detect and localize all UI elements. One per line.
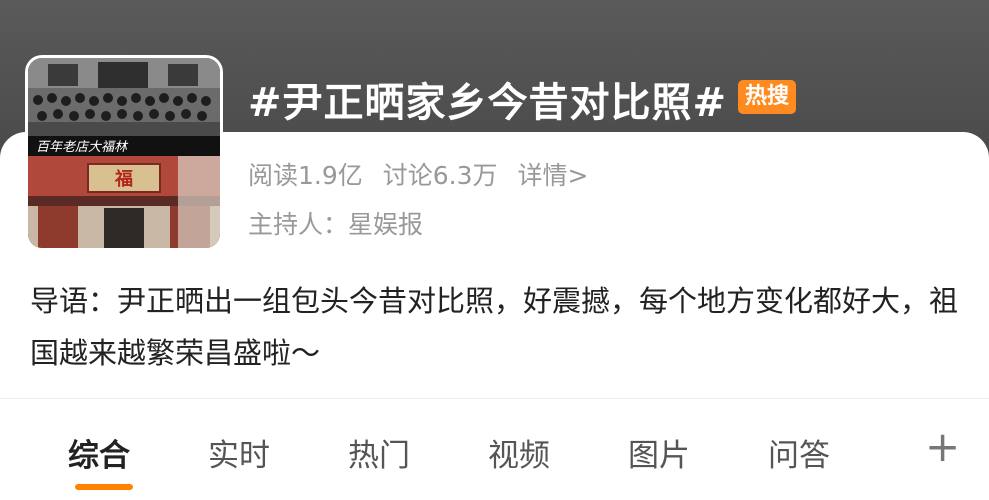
topic-tabs: 综合 实时 热门 视频 图片 问答 + <box>0 420 989 490</box>
topic-title: #尹正晒家乡今昔对比照# <box>248 80 728 126</box>
cover-sign-text: 福 <box>114 168 133 190</box>
divider <box>0 398 989 399</box>
add-tab-plus-icon[interactable]: + <box>925 422 960 471</box>
details-link[interactable]: 详情> <box>517 161 588 190</box>
tab-images[interactable]: 图片 <box>628 430 690 475</box>
topic-stats: 阅读1.9亿 讨论6.3万 详情> <box>248 156 600 192</box>
topic-cover-image[interactable]: 百年老店大福林 福 <box>28 58 220 248</box>
tab-comprehensive[interactable]: 综合 <box>68 430 130 475</box>
read-count: 阅读1.9亿 <box>248 161 363 190</box>
tab-video[interactable]: 视频 <box>488 430 550 475</box>
hot-search-badge: 热搜 <box>738 80 797 114</box>
tab-hot[interactable]: 热门 <box>348 430 410 475</box>
cover-caption: 百年老店大福林 <box>36 140 129 155</box>
discuss-count: 讨论6.3万 <box>382 161 498 190</box>
topic-intro: 导语：尹正晒出一组包头今昔对比照，好震撼，每个地方变化都好大，祖国越来越繁荣昌盛… <box>30 284 959 370</box>
active-tab-indicator <box>75 484 133 490</box>
tab-qa[interactable]: 问答 <box>768 430 830 475</box>
topic-host[interactable]: 主持人：星娱报 <box>248 205 423 241</box>
tab-realtime[interactable]: 实时 <box>208 430 270 475</box>
